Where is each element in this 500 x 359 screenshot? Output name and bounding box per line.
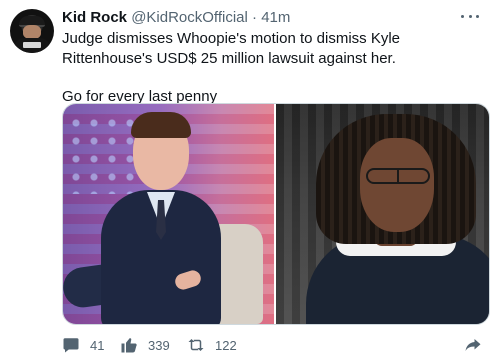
tweet-actions: 41 339 122 [62,336,490,356]
retweet-icon [188,339,204,351]
reply-count: 41 [90,337,105,353]
reply-button[interactable]: 41 [62,336,104,354]
avatar[interactable] [10,9,54,53]
reply-icon [63,338,79,353]
avatar-face [23,25,41,39]
woman-with-locs-photo[interactable] [276,104,489,324]
tweet-header: Kid Rock @KidRockOfficial · 41m [62,9,290,27]
retweet-count: 122 [215,337,237,353]
author-name[interactable]: Kid Rock [62,9,127,26]
share-button[interactable] [464,336,482,354]
like-button[interactable]: 339 [120,336,170,354]
share-icon [465,339,481,351]
tweet-text-line-1: Judge dismisses Whoopie's motion to dism… [62,30,400,67]
thumbs-up-icon [121,338,137,353]
more-options-icon[interactable] [458,8,482,24]
tweet-text: Judge dismisses Whoopie's motion to dism… [62,29,482,107]
retweet-button[interactable]: 122 [187,336,237,354]
separator: · [252,9,258,26]
tweet-media[interactable] [62,103,490,325]
man-in-suit-photo[interactable] [63,104,275,324]
timestamp[interactable]: 41m [261,9,290,26]
author-handle[interactable]: @KidRockOfficial [131,9,248,26]
like-count: 339 [148,337,170,353]
avatar-shirt-text [23,42,41,48]
